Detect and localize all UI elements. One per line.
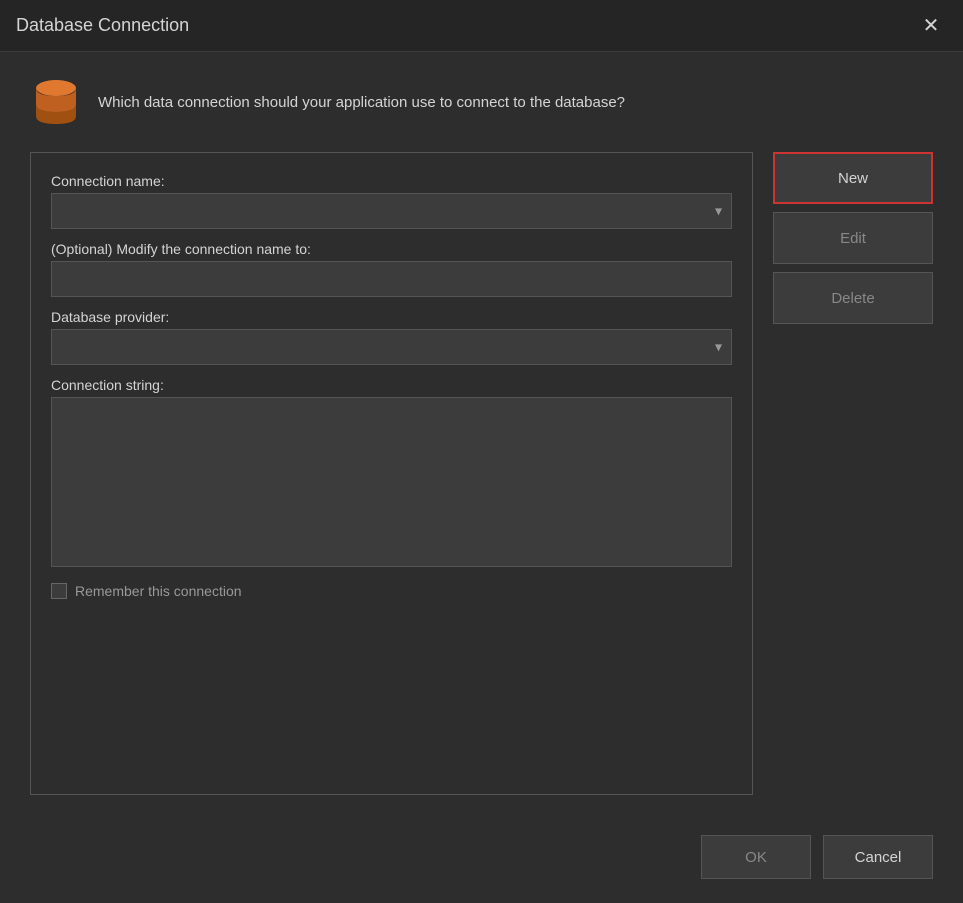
remember-checkbox[interactable] xyxy=(51,583,67,599)
provider-label: Database provider: xyxy=(51,309,732,325)
buttons-panel: New Edit Delete xyxy=(773,152,933,795)
connection-name-group: Connection name: ▾ xyxy=(51,173,732,229)
dialog-title: Database Connection xyxy=(16,15,189,36)
database-icon xyxy=(30,76,82,128)
edit-button[interactable]: Edit xyxy=(773,212,933,264)
provider-group: Database provider: ▾ xyxy=(51,309,732,365)
cancel-button[interactable]: Cancel xyxy=(823,835,933,879)
main-content: Connection name: ▾ (Optional) Modify the… xyxy=(30,152,933,795)
modify-name-group: (Optional) Modify the connection name to… xyxy=(51,241,732,297)
connection-string-textarea[interactable] xyxy=(51,397,732,567)
remember-label: Remember this connection xyxy=(75,583,242,599)
connection-name-label: Connection name: xyxy=(51,173,732,189)
provider-select-wrapper: ▾ xyxy=(51,329,732,365)
new-button[interactable]: New xyxy=(773,152,933,204)
dialog-footer: OK Cancel xyxy=(0,819,963,903)
ok-button[interactable]: OK xyxy=(701,835,811,879)
question-text: Which data connection should your applic… xyxy=(98,94,625,111)
remember-row: Remember this connection xyxy=(51,583,732,599)
title-bar: Database Connection ✕ xyxy=(0,0,963,52)
connection-name-select[interactable] xyxy=(51,193,732,229)
dialog-body: Which data connection should your applic… xyxy=(0,52,963,819)
connection-string-label: Connection string: xyxy=(51,377,732,393)
delete-button[interactable]: Delete xyxy=(773,272,933,324)
connection-name-select-wrapper: ▾ xyxy=(51,193,732,229)
database-connection-dialog: Database Connection ✕ Which data connect… xyxy=(0,0,963,903)
provider-select[interactable] xyxy=(51,329,732,365)
connection-string-group: Connection string: xyxy=(51,377,732,567)
modify-name-input[interactable] xyxy=(51,261,732,297)
modify-name-label: (Optional) Modify the connection name to… xyxy=(51,241,732,257)
close-button[interactable]: ✕ xyxy=(915,10,947,42)
question-row: Which data connection should your applic… xyxy=(30,76,933,128)
form-panel: Connection name: ▾ (Optional) Modify the… xyxy=(30,152,753,795)
